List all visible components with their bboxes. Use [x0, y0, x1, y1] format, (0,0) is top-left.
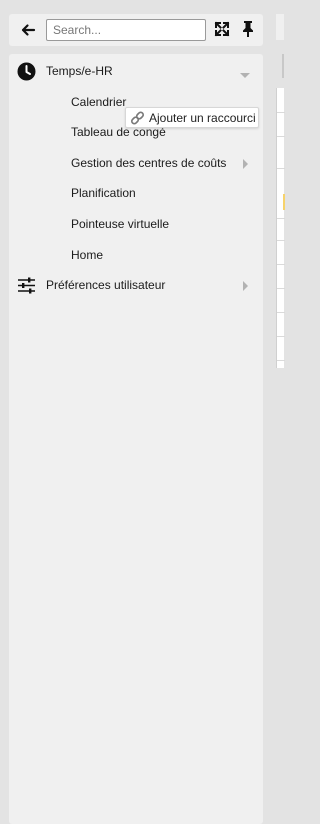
menu-item-label: Planification: [71, 186, 136, 200]
expand-icon[interactable]: [214, 21, 230, 37]
menu-group-temps-ehr[interactable]: Temps/e-HR: [9, 58, 263, 86]
chevron-right-icon[interactable]: [243, 159, 248, 169]
add-shortcut-tooltip[interactable]: Ajouter un raccourci: [125, 107, 259, 128]
table-divider: [277, 218, 285, 219]
sliders-icon: [18, 277, 35, 294]
table-divider: [277, 360, 285, 361]
menu-group-label: Préférences utilisateur: [46, 278, 166, 292]
chevron-down-icon[interactable]: [240, 73, 250, 78]
chevron-right-icon[interactable]: [243, 281, 248, 291]
table-divider: [277, 336, 285, 337]
highlight-marker: [283, 194, 285, 210]
pin-icon[interactable]: [240, 20, 256, 38]
back-arrow-icon[interactable]: [19, 21, 37, 39]
tooltip-label: Ajouter un raccourci: [149, 111, 256, 125]
background-content-edge: [276, 14, 285, 820]
menu-item-label: Calendrier: [71, 95, 127, 109]
menu-item-label: Pointeuse virtuelle: [71, 217, 170, 231]
table-divider: [277, 112, 285, 113]
background-field: [282, 54, 284, 78]
menu-item-label: Home: [71, 248, 104, 262]
table-divider: [277, 168, 285, 169]
menu-item-pointeuse-virtuelle[interactable]: Pointeuse virtuelle: [9, 211, 263, 239]
table-divider: [277, 136, 285, 137]
menu-group-preferences-utilisateur[interactable]: Préférences utilisateur: [9, 272, 263, 300]
table-divider: [277, 288, 285, 289]
menu-item-planification[interactable]: Planification: [9, 180, 263, 208]
background-header: [276, 14, 284, 40]
navigation-toolbar: [9, 14, 263, 46]
navigation-menu: Temps/e-HR Calendrier Tableau de congé G…: [9, 54, 263, 824]
background-table: [276, 88, 285, 368]
clock-icon: [17, 62, 36, 81]
menu-item-gestion-centres-couts[interactable]: Gestion des centres de coûts: [9, 150, 263, 178]
table-divider: [277, 312, 285, 313]
menu-item-label: Gestion des centres de coûts: [71, 156, 227, 170]
link-icon: [130, 111, 145, 125]
table-divider: [277, 264, 285, 265]
menu-group-label: Temps/e-HR: [46, 64, 113, 78]
search-input[interactable]: [46, 19, 206, 41]
table-divider: [277, 240, 285, 241]
menu-item-home[interactable]: Home: [9, 242, 263, 270]
